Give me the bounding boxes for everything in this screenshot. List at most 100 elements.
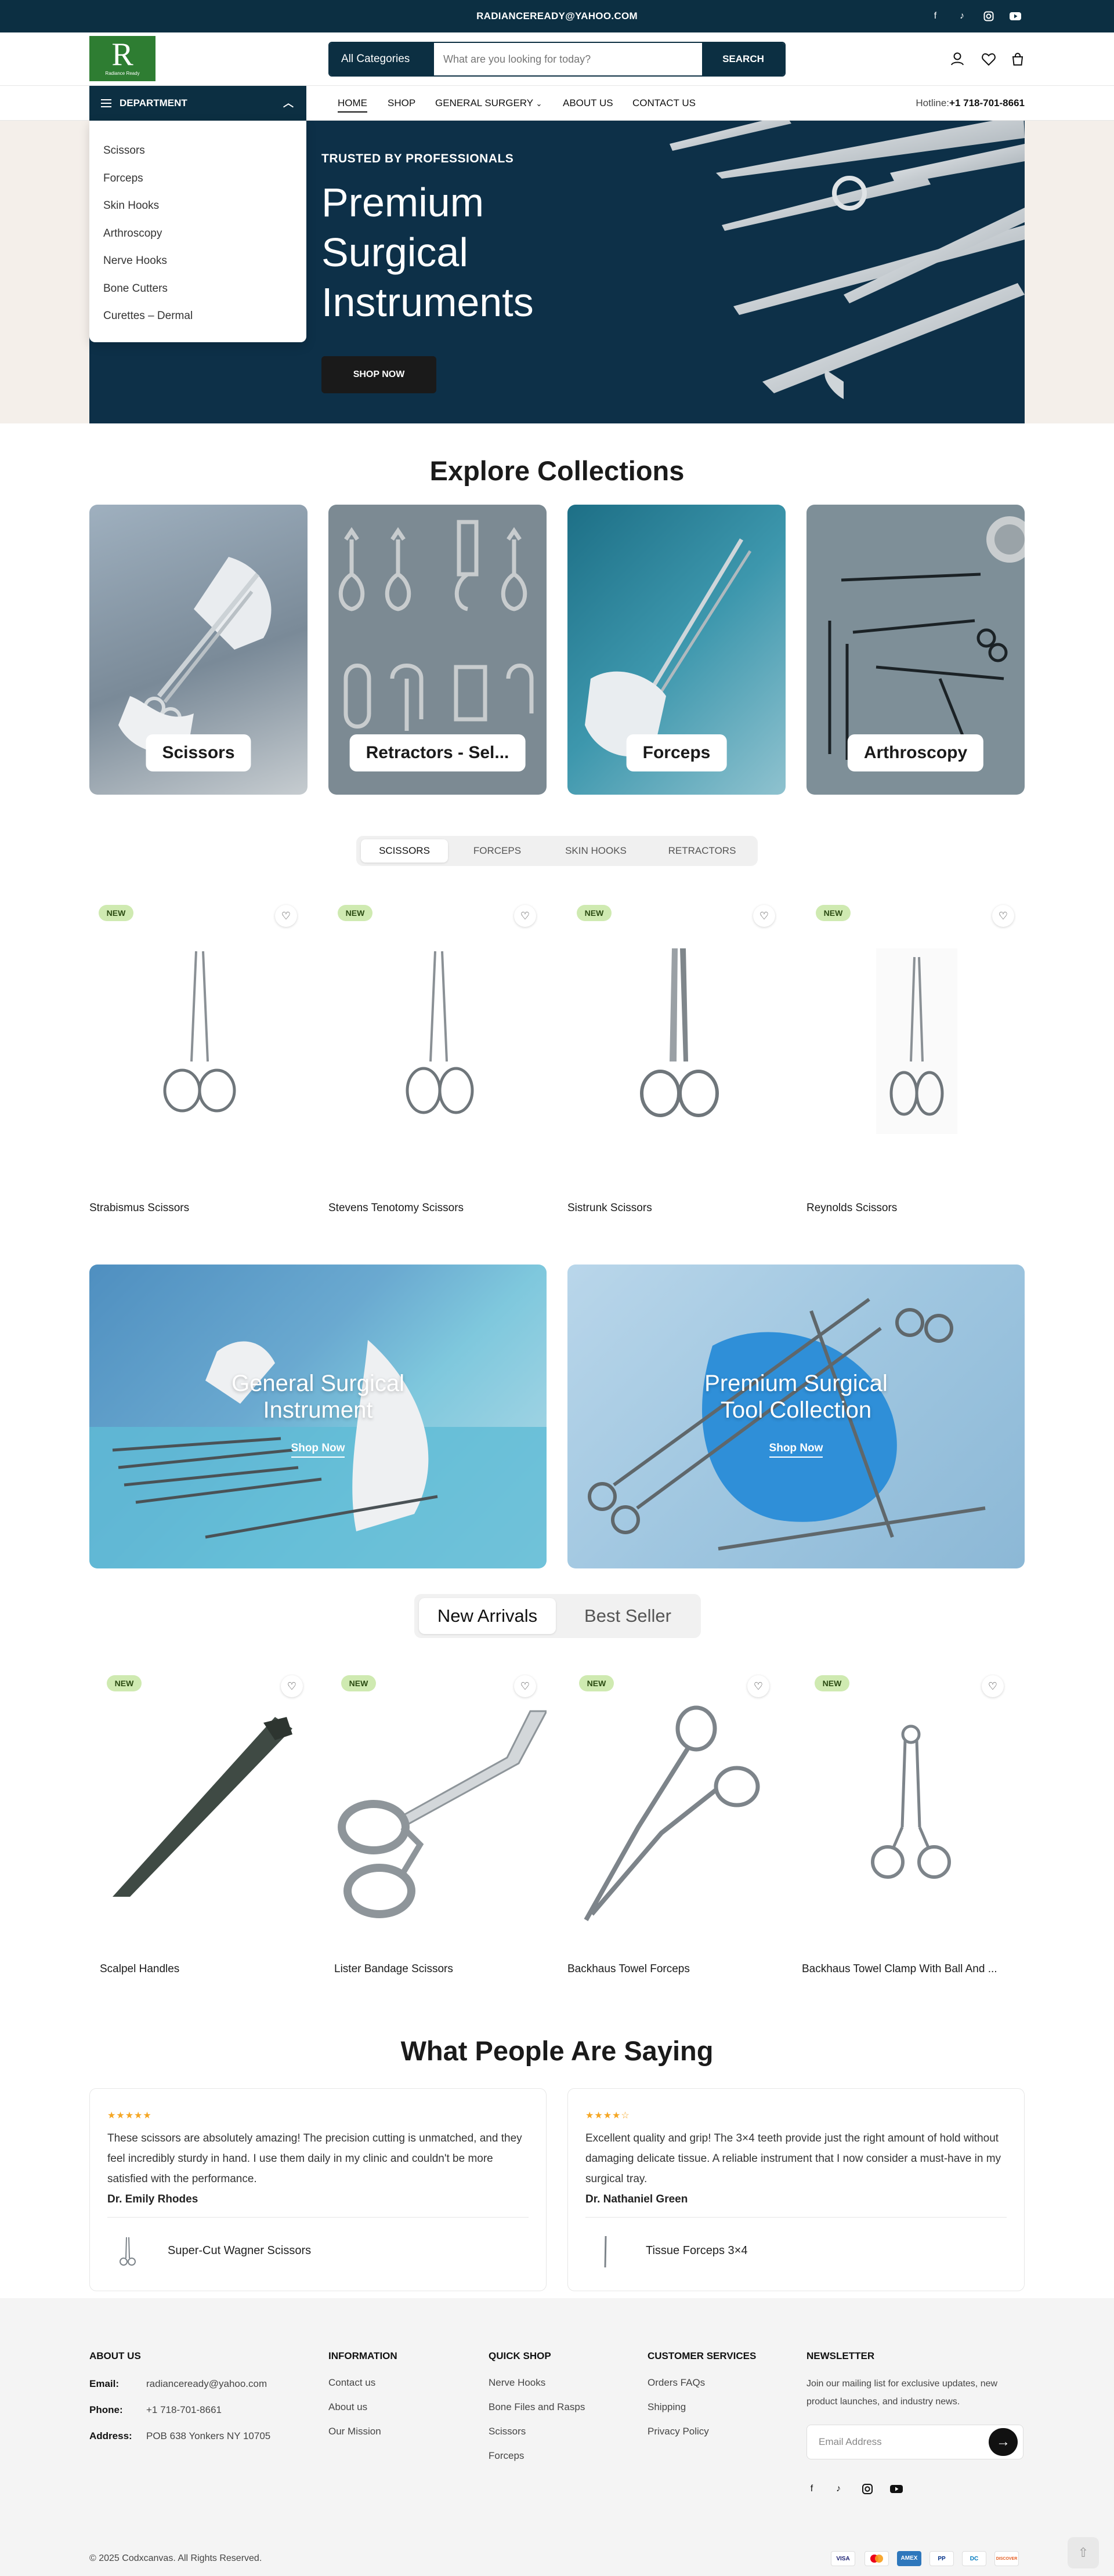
nav-general-surgery-label: GENERAL SURGERY — [435, 97, 533, 108]
hotline-number: +1 718-701-8661 — [949, 97, 1025, 108]
testimonial-product[interactable]: Super-Cut Wagner Scissors — [168, 2244, 311, 2258]
footer-link[interactable]: Shipping — [648, 2401, 686, 2413]
collection-card-retractors[interactable]: Retractors - Sel... — [328, 505, 547, 795]
tab-scissors[interactable]: SCISSORS — [361, 839, 448, 863]
department-item-skin-hooks[interactable]: Skin Hooks — [89, 192, 306, 220]
footer-link[interactable]: About us — [328, 2401, 367, 2413]
cart-icon[interactable] — [1006, 48, 1029, 71]
top-bar: RADIANCEREADY@YAHOO.COM f ♪ — [0, 0, 1114, 32]
nav-general-surgery[interactable]: GENERAL SURGERY ⌄ — [435, 97, 542, 109]
department-item-scissors[interactable]: Scissors — [89, 137, 306, 165]
site-logo[interactable]: R Radiance Ready — [89, 36, 155, 81]
hotline[interactable]: Hotline:+1 718-701-8661 — [916, 97, 1025, 109]
search-button[interactable]: SEARCH — [702, 43, 784, 75]
instagram-icon[interactable] — [981, 8, 997, 24]
footer-phone[interactable]: Phone: +1 718-701-8661 — [89, 2404, 222, 2416]
arrow-right-icon[interactable]: → — [989, 2428, 1018, 2456]
collection-card-forceps[interactable]: Forceps — [567, 505, 786, 795]
footer-link[interactable]: Nerve Hooks — [489, 2377, 545, 2389]
visa-icon: VISA — [831, 2551, 855, 2566]
product-name[interactable]: Backhaus Towel Clamp With Ball And ... — [802, 1963, 1020, 1976]
rating-stars: ★★★★☆ — [585, 2111, 630, 2121]
collection-card-scissors[interactable]: Scissors — [89, 505, 308, 795]
department-item-curettes[interactable]: Curettes – Dermal — [89, 302, 306, 330]
tiktok-icon[interactable]: ♪ — [954, 8, 970, 24]
nav-home[interactable]: HOME — [338, 97, 367, 113]
footer-link[interactable]: Contact us — [328, 2377, 375, 2389]
product-name[interactable]: Stevens Tenotomy Scissors — [328, 1202, 547, 1215]
nav-contact[interactable]: CONTACT US — [632, 97, 696, 109]
tab-retractors[interactable]: RETRACTORS — [651, 839, 753, 863]
footer-link[interactable]: Our Mission — [328, 2426, 381, 2437]
department-item-bone-cutters[interactable]: Bone Cutters — [89, 275, 306, 303]
department-item-nerve-hooks[interactable]: Nerve Hooks — [89, 247, 306, 275]
testimonial-author: Dr. Nathaniel Green — [585, 2193, 688, 2205]
category-tabs: SCISSORS FORCEPS SKIN HOOKS RETRACTORS — [356, 836, 758, 866]
wishlist-heart-icon[interactable]: ♡ — [514, 1675, 536, 1697]
product-name[interactable]: Backhaus Towel Forceps — [567, 1963, 776, 1976]
wishlist-heart-icon[interactable]: ♡ — [982, 1675, 1004, 1697]
facebook-icon[interactable]: f — [804, 2481, 819, 2497]
promo-title: Premium Surgical Tool Collection — [704, 1371, 888, 1423]
collection-label: Forceps — [626, 734, 727, 771]
product-thumbnail[interactable] — [585, 2231, 626, 2272]
promo-shop-now-link[interactable]: Shop Now — [291, 1442, 345, 1458]
product-thumbnail[interactable] — [107, 2231, 148, 2272]
product-name[interactable]: Strabismus Scissors — [89, 1202, 308, 1215]
wishlist-heart-icon[interactable]: ♡ — [514, 905, 536, 927]
facebook-icon[interactable]: f — [927, 8, 943, 24]
product-name[interactable]: Scalpel Handles — [100, 1963, 297, 1976]
tab-forceps[interactable]: FORCEPS — [454, 839, 541, 863]
youtube-icon[interactable] — [889, 2481, 904, 2497]
tab-skin-hooks[interactable]: SKIN HOOKS — [547, 839, 645, 863]
instagram-icon[interactable] — [860, 2481, 875, 2497]
department-item-forceps[interactable]: Forceps — [89, 165, 306, 193]
hero-shop-now-button[interactable]: SHOP NOW — [321, 356, 436, 393]
nav-shop[interactable]: SHOP — [388, 97, 415, 109]
footer-link[interactable]: Scissors — [489, 2426, 526, 2437]
wishlist-icon[interactable] — [977, 48, 1000, 71]
product-name[interactable]: Sistrunk Scissors — [567, 1202, 786, 1215]
promo-shop-now-link[interactable]: Shop Now — [769, 1442, 823, 1458]
footer-link[interactable]: Orders FAQs — [648, 2377, 705, 2389]
product-name[interactable]: Lister Bandage Scissors — [334, 1963, 543, 1976]
account-icon[interactable] — [946, 48, 969, 71]
footer-email-value: radianceready@yahoo.com — [146, 2378, 267, 2389]
footer-about-title: ABOUT US — [89, 2350, 141, 2361]
tab-new-arrivals[interactable]: New Arrivals — [419, 1598, 556, 1634]
collections-title: Explore Collections — [429, 455, 685, 486]
scroll-to-top-icon[interactable]: ⇧ — [1068, 2537, 1099, 2568]
testimonial-product[interactable]: Tissue Forceps 3×4 — [646, 2244, 747, 2258]
promo-banner-premium[interactable]: Premium Surgical Tool Collection Shop No… — [567, 1265, 1025, 1568]
nav-about[interactable]: ABOUT US — [563, 97, 613, 109]
search-input[interactable] — [443, 43, 670, 75]
department-toggle[interactable]: DEPARTMENT ︿ — [89, 86, 306, 121]
testimonial-card: ★★★★★ These scissors are absolutely amaz… — [89, 2088, 547, 2291]
youtube-icon[interactable] — [1007, 8, 1023, 24]
menu-icon — [101, 99, 111, 100]
footer-address-value: POB 638 Yonkers NY 10705 — [146, 2430, 271, 2441]
footer-link[interactable]: Forceps — [489, 2450, 524, 2462]
testimonials-title: What People Are Saying — [400, 2035, 714, 2066]
tiktok-icon[interactable]: ♪ — [831, 2481, 846, 2497]
footer-link[interactable]: Bone Files and Rasps — [489, 2401, 585, 2413]
footer-link[interactable]: Privacy Policy — [648, 2426, 709, 2437]
promo-banner-general[interactable]: General Surgical Instrument Shop Now — [89, 1265, 547, 1568]
wishlist-heart-icon[interactable]: ♡ — [281, 1675, 303, 1697]
wishlist-heart-icon[interactable]: ♡ — [275, 905, 297, 927]
amex-icon: AMEX — [897, 2551, 921, 2566]
logo-letter: R — [111, 37, 133, 73]
product-name[interactable]: Reynolds Scissors — [806, 1202, 1025, 1215]
copyright: © 2025 Codxcanvas. All Rights Reserved. — [89, 2553, 262, 2563]
category-select[interactable]: All Categories — [330, 43, 434, 75]
product-image — [163, 951, 236, 1113]
footer-address-label: Address: — [89, 2430, 132, 2441]
footer-email[interactable]: Email: radianceready@yahoo.com — [89, 2378, 267, 2390]
wishlist-heart-icon[interactable]: ♡ — [753, 905, 775, 927]
top-bar-email[interactable]: RADIANCEREADY@YAHOO.COM — [0, 10, 1114, 22]
wishlist-heart-icon[interactable]: ♡ — [992, 905, 1014, 927]
department-item-arthroscopy[interactable]: Arthroscopy — [89, 220, 306, 248]
collection-card-arthroscopy[interactable]: Arthroscopy — [806, 505, 1025, 795]
tab-best-seller[interactable]: Best Seller — [559, 1598, 696, 1634]
footer-email-label: Email: — [89, 2378, 120, 2389]
